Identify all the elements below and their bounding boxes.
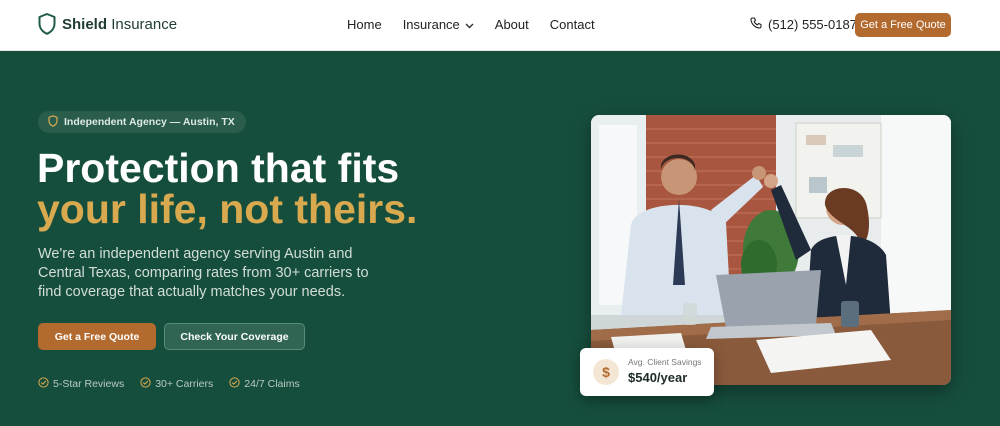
nav-link-contact[interactable]: Contact: [550, 17, 595, 32]
nav-link-insurance-label: Insurance: [402, 17, 460, 32]
shield-icon: [38, 13, 56, 35]
brand-logo[interactable]: Shield Insurance: [38, 13, 177, 35]
nav-link-insurance[interactable]: Insurance: [403, 17, 474, 32]
trust-item-reviews: 5-Star Reviews: [38, 377, 124, 391]
shield-icon: [48, 114, 64, 130]
get-quote-button[interactable]: Get a Free Quote: [38, 323, 156, 350]
phone-number: (512) 555-0187: [768, 17, 857, 32]
hero-description: We're an independent agency serving Aust…: [38, 246, 369, 300]
headline-line-2: your life, not theirs.: [37, 186, 418, 232]
nav-links: Home Insurance About Contact: [347, 17, 616, 32]
agency-badge-label: Independent Agency — Austin, TX: [64, 116, 235, 128]
check-coverage-button[interactable]: Check Your Coverage: [164, 323, 305, 350]
nav-quote-button[interactable]: Get a Free Quote: [855, 13, 951, 37]
trust-indicators: 5-Star Reviews 30+ Carriers 24/7 Claims: [38, 377, 316, 391]
trust-item-label: 24/7 Claims: [244, 378, 300, 390]
nav-link-home[interactable]: Home: [347, 17, 382, 32]
savings-card: $ Avg. Client Savings $540/year: [580, 348, 714, 396]
brand-name: Shield Insurance: [62, 15, 178, 33]
trust-item-label: 30+ Carriers: [155, 378, 214, 390]
chevron-down-icon: [460, 17, 474, 32]
check-circle-icon: [229, 377, 244, 391]
phone-link[interactable]: (512) 555-0187: [750, 17, 857, 32]
trust-item-carriers: 30+ Carriers: [140, 377, 213, 391]
agency-badge: Independent Agency — Austin, TX: [38, 111, 246, 133]
nav-link-about[interactable]: About: [495, 17, 529, 32]
top-nav: Shield Insurance Home Insurance About Co…: [0, 0, 1000, 51]
headline-line-1: Protection that fits: [37, 145, 400, 191]
phone-icon: [750, 17, 768, 32]
savings-label: Avg. Client Savings: [628, 357, 702, 367]
hero-photo: [591, 115, 951, 385]
hero-section: Independent Agency — Austin, TX Protecti…: [0, 51, 1000, 426]
trust-item-label: 5-Star Reviews: [53, 378, 125, 390]
check-circle-icon: [38, 377, 53, 391]
dollar-icon: $: [593, 359, 619, 385]
savings-value: $540/year: [628, 370, 688, 385]
trust-item-claims: 24/7 Claims: [229, 377, 300, 391]
check-circle-icon: [140, 377, 155, 391]
